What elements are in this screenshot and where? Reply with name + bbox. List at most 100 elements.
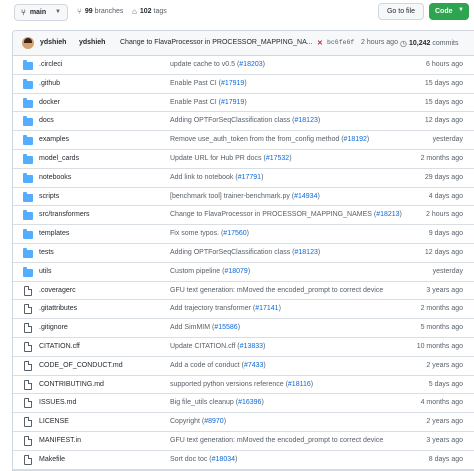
file-commit-message[interactable]: supported python versions reference (#18… [170, 381, 313, 388]
commit-sha[interactable]: bc6fe6f [327, 39, 354, 46]
file-name-link[interactable]: .gitignore [39, 324, 68, 331]
file-name-link[interactable]: docker [39, 99, 60, 106]
commit-message-text: Enable Past CI ( [170, 98, 221, 106]
pull-request-link[interactable]: #15586 [214, 324, 237, 331]
file-name-link[interactable]: Makefile [39, 456, 65, 463]
file-commit-age: yesterday [432, 267, 463, 275]
file-name-link[interactable]: CODE_OF_CONDUCT.md [39, 362, 123, 369]
file-commit-message[interactable]: Fix some typos. (#17560) [170, 230, 249, 237]
file-commit-message[interactable]: Copyright (#8970) [170, 418, 226, 425]
file-name-link[interactable]: src/transformers [39, 211, 90, 218]
file-commit-message[interactable]: Add trajectory transformer (#17141) [170, 305, 281, 312]
file-name-link[interactable]: ISSUES.md [39, 399, 76, 406]
pull-request-link[interactable]: #17560 [223, 230, 246, 237]
pull-request-link[interactable]: #18034 [212, 456, 235, 463]
file-icon [24, 454, 32, 465]
file-commit-message[interactable]: Update CITATION.cff (#13833) [170, 343, 265, 350]
file-commit-message[interactable]: update cache to v0.5 (#18203) [170, 61, 265, 68]
commit-message-suffix: ) [235, 455, 238, 463]
file-commit-message[interactable]: Big file_utils cleanup (#16396) [170, 399, 264, 406]
file-name-link[interactable]: utils [39, 268, 51, 275]
file-name-link[interactable]: LICENSE [39, 418, 69, 425]
branch-select-button[interactable]: ⑂ main ▼ [14, 4, 68, 21]
file-name-link[interactable]: .circleci [39, 61, 62, 68]
pull-request-link[interactable]: #17532 [266, 155, 289, 162]
file-commit-message[interactable]: Enable Past CI (#17919) [170, 99, 247, 106]
folder-icon [23, 172, 33, 183]
file-commit-message[interactable]: Add link to notebook (#17791) [170, 174, 263, 181]
file-row: .circleci update cache to v0.5 (#18203) 6 … [13, 56, 474, 75]
commit-message-text: Add SimMIM ( [170, 324, 215, 332]
pull-request-link[interactable]: #18213 [376, 211, 399, 218]
folder-icon [23, 229, 33, 240]
file-commit-message[interactable]: GFU text generation: mMoved the encoded_… [170, 437, 383, 444]
pull-request-link[interactable]: #13833 [240, 343, 263, 350]
file-name-link[interactable]: CONTRIBUTING.md [39, 381, 104, 388]
file-commit-message[interactable]: Update URL for Hub PR docs (#17532) [170, 155, 292, 162]
commit-message-suffix: ) [317, 117, 321, 125]
pull-request-link[interactable]: #17919 [221, 80, 244, 87]
file-commit-message[interactable]: Adding OPTForSeqClassification class (#1… [170, 117, 320, 124]
file-name-link[interactable]: examples [39, 136, 69, 143]
pull-request-link[interactable]: #18079 [224, 268, 247, 275]
commit-message[interactable]: Change to FlavaProcessor in PROCESSOR_MA… [120, 39, 313, 46]
commit-message-suffix: ) [246, 230, 249, 238]
commit-author[interactable]: ydshieh [40, 39, 66, 46]
git-branch-icon: ⑂ [21, 8, 26, 17]
file-name-link[interactable]: templates [39, 230, 69, 237]
pull-request-link[interactable]: #18192 [344, 136, 367, 143]
file-commit-message[interactable]: [benchmark tool] trainer-benchmark.py (#… [170, 193, 320, 200]
file-icon [24, 435, 32, 446]
commits-link[interactable]: ◷ 10,242 commits [400, 39, 458, 48]
file-icon [24, 398, 32, 409]
branches-link[interactable]: ⑂ 99 branches [77, 7, 123, 16]
file-commit-message[interactable]: Enable Past CI (#17919) [170, 80, 247, 87]
pull-request-link[interactable]: #8970 [204, 418, 223, 425]
file-name-link[interactable]: notebooks [39, 174, 71, 181]
branches-count: 99 [84, 8, 93, 15]
pull-request-link[interactable]: #17919 [221, 99, 244, 106]
commit-message-suffix: ) [317, 192, 320, 200]
file-row: LICENSE Copyright (#8970) 2 years ago [13, 413, 474, 432]
file-row: templates Fix some typos. (#17560) 9 days … [13, 225, 474, 244]
file-name-link[interactable]: tests [39, 249, 54, 256]
file-commit-age: 15 days ago [424, 79, 463, 87]
folder-icon [23, 247, 33, 258]
commit-message-text: [benchmark tool] trainer-benchmark.py ( [170, 192, 295, 200]
file-name-link[interactable]: .gitattributes [39, 305, 77, 312]
go-to-file-button[interactable]: Go to file [378, 3, 424, 20]
file-name-link[interactable]: .coveragerc [39, 287, 76, 294]
file-name-link[interactable]: .github [39, 80, 60, 87]
file-commit-message[interactable]: Add SimMIM (#15586) [170, 324, 240, 331]
pull-request-link[interactable]: #18203 [239, 61, 262, 68]
file-commit-message[interactable]: Change to FlavaProcessor in PROCESSOR_MA… [170, 211, 402, 218]
commit-message-suffix: ) [244, 98, 247, 106]
pull-request-link[interactable]: #18116 [288, 381, 311, 388]
file-commit-message[interactable]: Remove use_auth_token from the from_conf… [170, 136, 369, 143]
folder-icon [23, 210, 33, 221]
file-commit-message[interactable]: GFU text generation: mMoved the encoded_… [170, 287, 383, 294]
file-commit-message[interactable]: Adding OPTForSeqClassification class (#1… [170, 249, 320, 256]
file-name-link[interactable]: MANIFEST.in [39, 437, 81, 444]
file-commit-age: 10 months ago [416, 342, 463, 350]
pull-request-link[interactable]: #14934 [294, 193, 317, 200]
ci-failed-icon[interactable]: ✕ [317, 39, 323, 47]
file-commit-age: 4 days ago [428, 192, 463, 200]
file-name-link[interactable]: CITATION.cff [39, 343, 80, 350]
pull-request-link[interactable]: #18123 [295, 249, 318, 256]
tags-link[interactable]: ⌂ 102 tags [132, 7, 167, 16]
file-name-link[interactable]: model_cards [39, 155, 79, 162]
file-name-link[interactable]: scripts [39, 193, 59, 200]
commit-committer[interactable]: ydshieh [79, 39, 105, 46]
pull-request-link[interactable]: #16396 [238, 399, 261, 406]
file-name-link[interactable]: docs [39, 117, 54, 124]
pull-request-link[interactable]: #17791 [238, 174, 261, 181]
avatar[interactable] [22, 37, 34, 49]
file-commit-message[interactable]: Add a code of conduct (#7433) [170, 362, 266, 369]
pull-request-link[interactable]: #7433 [244, 362, 263, 369]
pull-request-link[interactable]: #18123 [295, 117, 318, 124]
pull-request-link[interactable]: #17141 [255, 305, 278, 312]
file-commit-message[interactable]: Sort doc toc (#18034) [170, 456, 237, 463]
file-commit-message[interactable]: Custom pipeline (#18079) [170, 268, 250, 275]
code-button[interactable]: Code ▼ [429, 3, 469, 20]
